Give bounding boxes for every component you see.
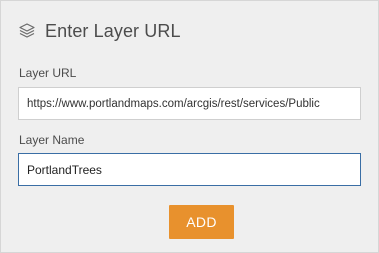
layer-name-label: Layer Name (19, 133, 85, 147)
layer-url-label: Layer URL (19, 66, 77, 80)
panel-header: Enter Layer URL (17, 19, 181, 43)
panel-title: Enter Layer URL (45, 20, 181, 41)
layers-icon (17, 21, 37, 41)
layer-name-input[interactable] (18, 153, 361, 186)
add-button[interactable]: ADD (169, 205, 234, 239)
enter-layer-url-panel: Enter Layer URL Layer URL Layer Name ADD (0, 0, 379, 253)
layer-url-input[interactable] (18, 87, 361, 120)
